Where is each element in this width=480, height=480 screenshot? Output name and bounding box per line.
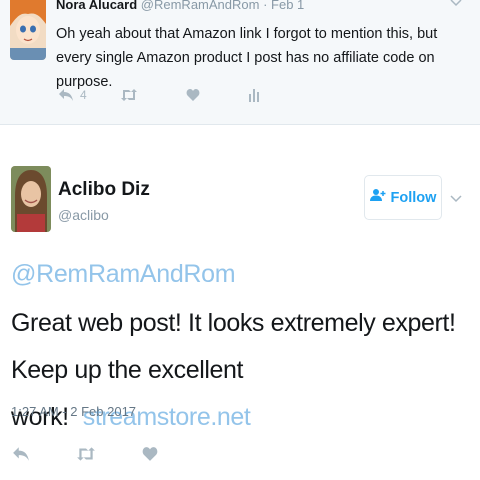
analytics-icon [248,88,260,102]
reply-button[interactable] [12,446,30,462]
chevron-down-icon[interactable] [450,190,462,206]
analytics-button[interactable] [248,88,260,102]
tweet-date[interactable]: · Feb 1 [263,0,304,12]
heart-icon [186,88,200,102]
reply-button[interactable]: 4 [58,88,87,102]
avatar[interactable] [11,166,51,232]
like-button[interactable] [186,88,200,102]
follow-label: Follow [390,189,437,206]
tweet-text: Oh yeah about that Amazon link I forgot … [56,26,438,90]
author-name[interactable]: Aclibo Diz [58,179,150,201]
author-name[interactable]: Nora Alucard [56,0,137,12]
retweet-icon [120,88,138,102]
avatar[interactable] [10,0,46,60]
reply-icon [12,446,30,462]
tweet-text: Great web post! It looks extremely exper… [11,300,473,441]
author-handle[interactable]: @aclibo [58,207,109,223]
retweet-button[interactable] [76,446,96,462]
parent-tweet-header: Nora Alucard @RemRamAndRom · Feb 1 [56,0,304,12]
reply-count: 4 [80,88,87,102]
author-handle[interactable]: @RemRamAndRom [141,0,260,12]
chevron-down-icon[interactable] [450,0,462,10]
add-user-icon [369,188,386,207]
mention-link[interactable]: @RemRamAndRom [11,260,236,289]
heart-icon [142,446,158,462]
like-button[interactable] [142,446,158,462]
tweet-timestamp[interactable]: 1:27 AM - 2 Feb 2017 [11,404,136,419]
reply-icon [58,88,74,102]
retweet-button[interactable] [120,88,138,102]
parent-tweet[interactable]: Nora Alucard @RemRamAndRom · Feb 1 Oh ye… [0,0,480,125]
follow-button[interactable]: Follow [364,175,442,220]
retweet-icon [76,446,96,462]
